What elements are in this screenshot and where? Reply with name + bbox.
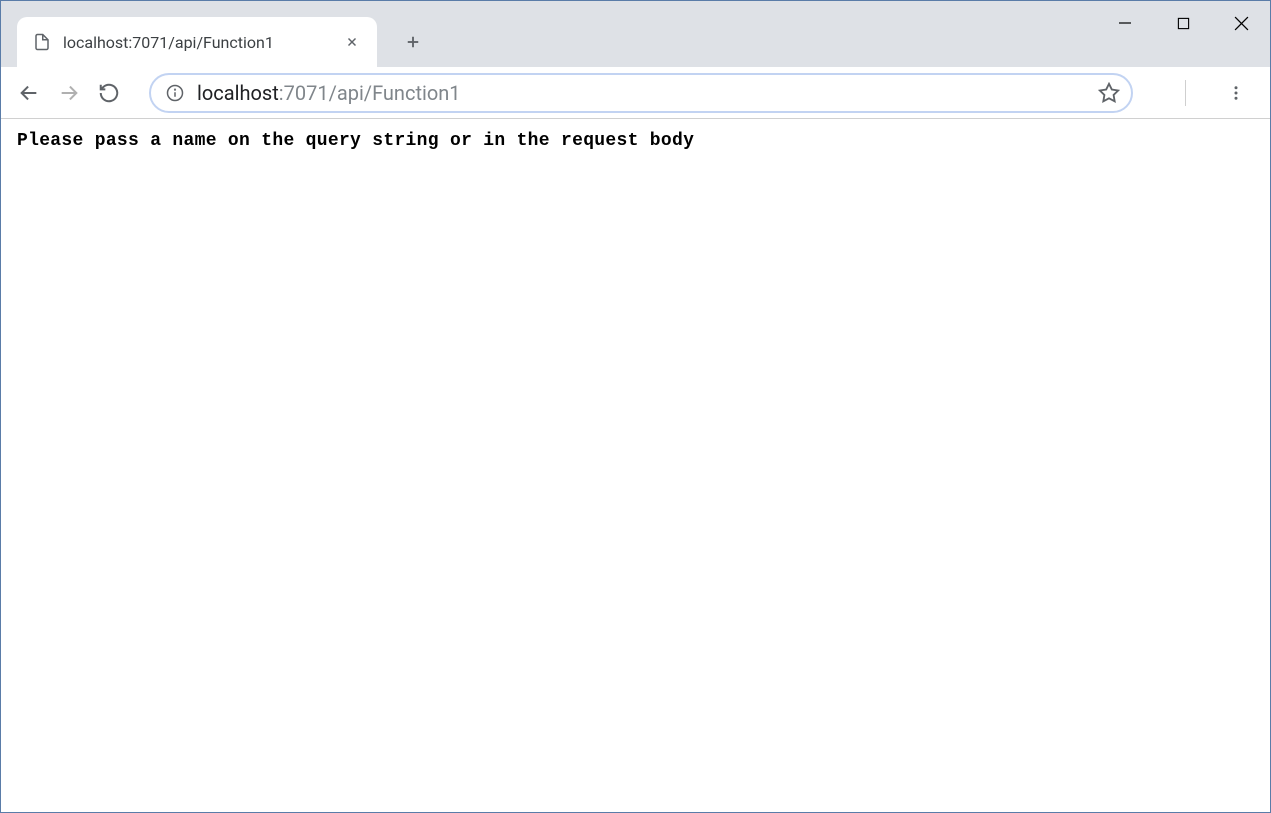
- response-body-text: Please pass a name on the query string o…: [17, 131, 694, 151]
- minimize-button[interactable]: [1096, 1, 1154, 45]
- close-window-button[interactable]: [1212, 1, 1270, 45]
- menu-button[interactable]: [1218, 75, 1254, 111]
- url-display[interactable]: localhost:7071/api/Function1: [197, 81, 1095, 105]
- tab-strip: localhost:7071/api/Function1: [1, 1, 1270, 67]
- browser-tab[interactable]: localhost:7071/api/Function1: [17, 17, 377, 67]
- browser-chrome: localhost:7071/api/Function1: [1, 1, 1270, 119]
- toolbar: localhost:7071/api/Function1: [1, 67, 1270, 119]
- url-host: localhost: [197, 81, 279, 105]
- bookmark-button[interactable]: [1095, 79, 1123, 107]
- url-rest: :7071/api/Function1: [279, 81, 461, 105]
- back-button[interactable]: [11, 75, 47, 111]
- page-content: Please pass a name on the query string o…: [1, 119, 1270, 163]
- address-bar[interactable]: localhost:7071/api/Function1: [149, 73, 1133, 113]
- toolbar-separator: [1185, 80, 1186, 106]
- reload-button[interactable]: [91, 75, 127, 111]
- new-tab-button[interactable]: [395, 24, 431, 60]
- close-tab-button[interactable]: [343, 33, 361, 51]
- window-controls: [1096, 1, 1270, 45]
- maximize-button[interactable]: [1154, 1, 1212, 45]
- forward-button[interactable]: [51, 75, 87, 111]
- info-icon[interactable]: [165, 83, 185, 103]
- file-icon: [33, 33, 51, 51]
- tab-title: localhost:7071/api/Function1: [63, 33, 343, 52]
